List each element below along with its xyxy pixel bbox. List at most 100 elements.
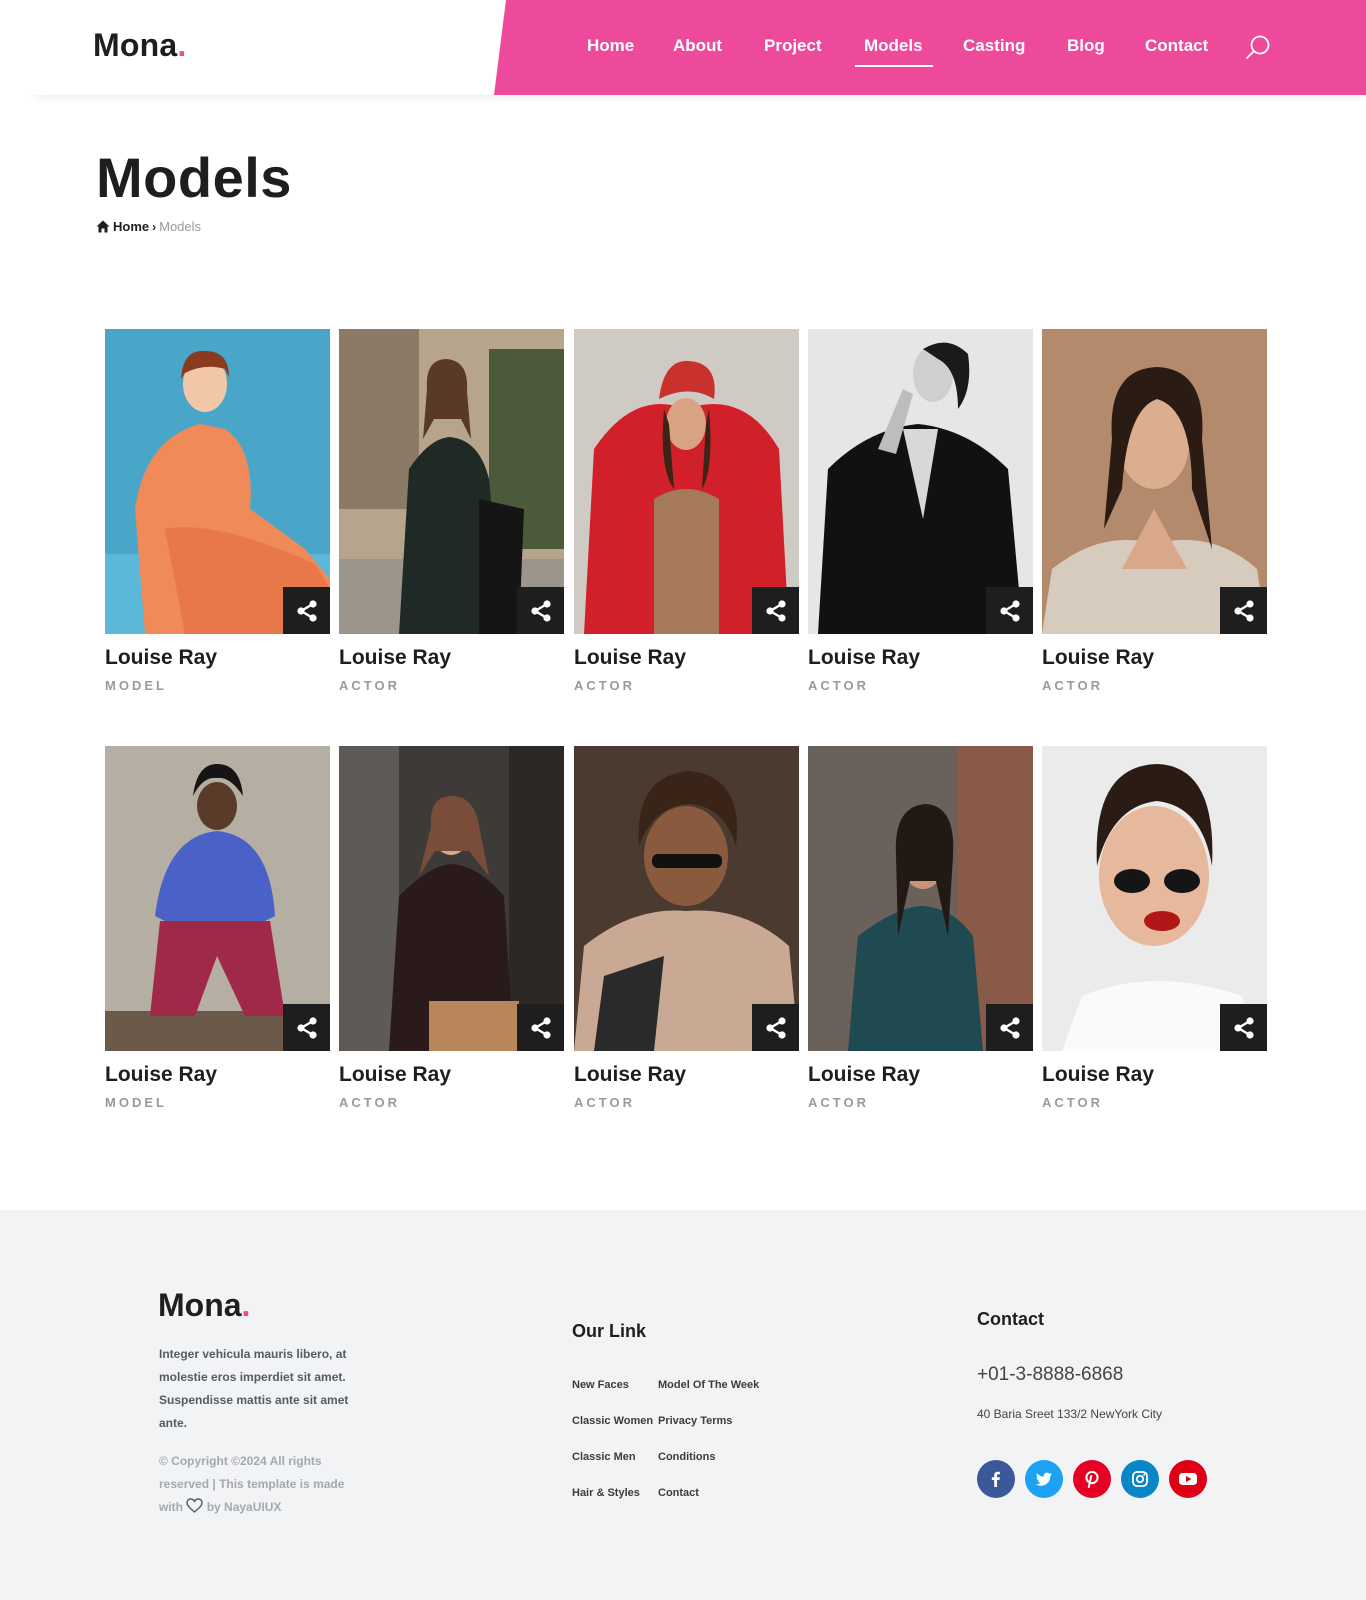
model-role: ACTOR <box>574 678 635 693</box>
model-photo[interactable] <box>339 746 564 1051</box>
model-card[interactable]: Louise Ray ACTOR <box>574 746 799 1110</box>
model-card[interactable]: Louise Ray ACTOR <box>808 329 1033 693</box>
search-icon[interactable] <box>1244 34 1272 62</box>
model-name[interactable]: Louise Ray <box>339 1063 564 1087</box>
share-icon <box>999 599 1020 622</box>
instagram-button[interactable] <box>1121 1460 1159 1498</box>
heart-icon <box>186 1498 204 1513</box>
model-photo[interactable] <box>574 746 799 1051</box>
share-button[interactable] <box>752 587 799 634</box>
model-role: ACTOR <box>808 678 869 693</box>
share-icon <box>999 1016 1020 1039</box>
share-icon <box>296 599 317 622</box>
footer-address: 40 Baria Sreet 133/2 NewYork City <box>977 1407 1162 1421</box>
share-button[interactable] <box>517 587 564 634</box>
footer-contact-heading: Contact <box>977 1309 1044 1329</box>
model-card[interactable]: Louise Ray ACTOR <box>808 746 1033 1110</box>
model-name[interactable]: Louise Ray <box>105 1063 330 1087</box>
model-role: MODEL <box>105 1095 167 1110</box>
share-button[interactable] <box>986 587 1033 634</box>
breadcrumb-separator: › <box>152 219 157 234</box>
model-card[interactable]: Louise Ray MODEL <box>105 746 330 1110</box>
share-button[interactable] <box>283 1004 330 1051</box>
page-title: Models <box>96 146 292 209</box>
footer-link-privacy-terms[interactable]: Privacy Terms <box>658 1415 732 1427</box>
share-icon <box>530 1016 551 1039</box>
footer-copyright: © Copyright ©2024 All rights reserved | … <box>159 1450 349 1519</box>
facebook-icon <box>991 1471 1000 1487</box>
pinterest-button[interactable] <box>1073 1460 1111 1498</box>
footer-phone[interactable]: +01-3-8888-6868 <box>977 1364 1123 1386</box>
footer-link-classic-women[interactable]: Classic Women <box>572 1415 653 1427</box>
share-button[interactable] <box>752 1004 799 1051</box>
model-photo[interactable] <box>1042 329 1267 634</box>
model-role: ACTOR <box>339 1095 400 1110</box>
nav-casting[interactable]: Casting <box>963 36 1025 56</box>
model-name[interactable]: Louise Ray <box>1042 646 1267 670</box>
model-role: ACTOR <box>339 678 400 693</box>
share-button[interactable] <box>1220 587 1267 634</box>
model-role: ACTOR <box>574 1095 635 1110</box>
model-name[interactable]: Louise Ray <box>574 1063 799 1087</box>
twitter-button[interactable] <box>1025 1460 1063 1498</box>
model-photo[interactable] <box>105 746 330 1051</box>
nav-home[interactable]: Home <box>587 36 634 56</box>
footer-link-classic-men[interactable]: Classic Men <box>572 1451 636 1463</box>
nav-project[interactable]: Project <box>764 36 822 56</box>
model-name[interactable]: Louise Ray <box>1042 1063 1267 1087</box>
model-name[interactable]: Louise Ray <box>574 646 799 670</box>
footer-description: Integer vehicula mauris libero, at moles… <box>159 1347 349 1430</box>
nav-about[interactable]: About <box>673 36 722 56</box>
share-icon <box>530 599 551 622</box>
nav-models[interactable]: Models <box>864 36 923 56</box>
share-icon <box>1233 599 1254 622</box>
model-card[interactable]: Louise Ray ACTOR <box>574 329 799 693</box>
instagram-icon <box>1132 1471 1148 1487</box>
model-card[interactable]: Louise Ray ACTOR <box>1042 746 1267 1110</box>
model-photo[interactable] <box>1042 746 1267 1051</box>
model-card[interactable]: Louise Ray ACTOR <box>1042 329 1267 693</box>
model-photo[interactable] <box>808 746 1033 1051</box>
share-icon <box>1233 1016 1254 1039</box>
twitter-icon <box>1036 1472 1052 1486</box>
model-name[interactable]: Louise Ray <box>105 646 330 670</box>
youtube-button[interactable] <box>1169 1460 1207 1498</box>
model-photo[interactable] <box>574 329 799 634</box>
model-name[interactable]: Louise Ray <box>808 646 1033 670</box>
youtube-icon <box>1179 1473 1197 1485</box>
breadcrumb-current: Models <box>159 219 202 234</box>
breadcrumb: Home › Models <box>96 219 201 234</box>
footer-link-conditions[interactable]: Conditions <box>658 1451 715 1463</box>
footer-link-hair-styles[interactable]: Hair & Styles <box>572 1487 640 1499</box>
footer-link-model-of-week[interactable]: Model Of The Week <box>658 1379 759 1391</box>
model-card[interactable]: Louise Ray MODEL <box>105 329 330 693</box>
facebook-button[interactable] <box>977 1460 1015 1498</box>
active-nav-indicator <box>855 65 933 67</box>
site-header: Mona. Home About Project Models Casting … <box>0 0 1366 95</box>
breadcrumb-home[interactable]: Home <box>113 219 149 234</box>
model-role: ACTOR <box>1042 1095 1103 1110</box>
footer-logo[interactable]: Mona. <box>158 1287 250 1324</box>
nav-blog[interactable]: Blog <box>1067 36 1105 56</box>
model-card[interactable]: Louise Ray ACTOR <box>339 329 564 693</box>
model-role: ACTOR <box>808 1095 869 1110</box>
model-card[interactable]: Louise Ray ACTOR <box>339 746 564 1110</box>
model-name[interactable]: Louise Ray <box>339 646 564 670</box>
share-button[interactable] <box>517 1004 564 1051</box>
share-button[interactable] <box>283 587 330 634</box>
share-button[interactable] <box>1220 1004 1267 1051</box>
home-icon <box>96 220 110 233</box>
footer-links-heading: Our Link <box>572 1321 647 1341</box>
model-photo[interactable] <box>808 329 1033 634</box>
share-icon <box>765 1016 786 1039</box>
model-photo[interactable] <box>339 329 564 634</box>
model-photo[interactable] <box>105 329 330 634</box>
pinterest-icon <box>1085 1470 1099 1488</box>
model-name[interactable]: Louise Ray <box>808 1063 1033 1087</box>
nav-contact[interactable]: Contact <box>1145 36 1208 56</box>
footer-link-contact[interactable]: Contact <box>658 1487 699 1499</box>
share-button[interactable] <box>986 1004 1033 1051</box>
share-icon <box>296 1016 317 1039</box>
main-nav: Home About Project Models Casting Blog C… <box>0 0 1366 95</box>
footer-link-new-faces[interactable]: New Faces <box>572 1379 629 1391</box>
